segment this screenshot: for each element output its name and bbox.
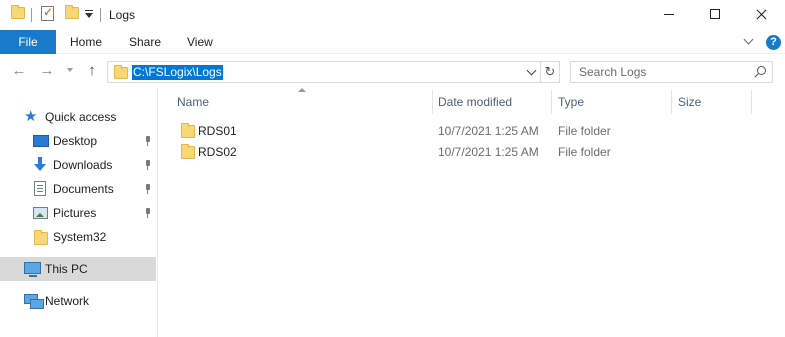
pin-icon	[143, 183, 153, 195]
window-title: Logs	[109, 8, 136, 22]
pin-icon	[143, 159, 153, 171]
folder-icon	[11, 5, 25, 19]
column-divider[interactable]	[671, 90, 672, 114]
pictures-icon	[33, 207, 48, 219]
table-row[interactable]: RDS02 10/7/2021 1:25 AM File folder	[175, 141, 695, 163]
nav-item-label: This PC	[45, 262, 88, 276]
sort-ascending-icon	[298, 88, 306, 92]
column-header-size[interactable]: Size	[678, 88, 701, 114]
file-list: Name Date modified Type Size RDS01 10/7/…	[159, 88, 785, 337]
toolbar-divider	[31, 8, 32, 22]
back-button[interactable]: ←	[10, 62, 28, 80]
nav-item-label: Quick access	[45, 110, 117, 124]
maximize-icon	[710, 9, 720, 19]
tab-share[interactable]: Share	[129, 30, 161, 54]
forward-button[interactable]: →	[38, 62, 56, 80]
refresh-button[interactable]: ↻	[541, 61, 560, 83]
nav-item-quick-access[interactable]: ★ Quick access	[0, 105, 156, 129]
nav-item-documents[interactable]: Documents	[0, 177, 156, 201]
minimize-icon	[664, 14, 674, 15]
minimize-button[interactable]	[646, 0, 692, 30]
computer-icon	[24, 262, 41, 277]
customize-toolbar-dropdown[interactable]	[84, 10, 94, 20]
column-divider[interactable]	[432, 90, 433, 114]
nav-item-label: Desktop	[53, 134, 98, 148]
file-type: File folder	[558, 145, 611, 159]
nav-item-pictures[interactable]: Pictures	[0, 201, 156, 225]
help-icon[interactable]: ?	[766, 35, 781, 50]
search-box[interactable]	[570, 61, 773, 83]
file-date-modified: 10/7/2021 1:25 AM	[438, 145, 539, 159]
navigation-pane: ★ Quick access Desktop Downloads Documen…	[0, 88, 158, 337]
title-bar: Logs	[0, 0, 785, 30]
desktop-icon	[33, 135, 49, 147]
folder-icon	[114, 65, 128, 79]
documents-icon	[34, 181, 46, 196]
folder-icon	[181, 144, 195, 159]
nav-item-label: Pictures	[53, 206, 97, 220]
toolbar-divider	[100, 8, 101, 22]
column-divider[interactable]	[751, 90, 752, 114]
column-header-type[interactable]: Type	[558, 88, 584, 114]
address-row: ← → ↑ C:\FSLogix\Logs ↻	[0, 54, 785, 88]
file-name: RDS01	[198, 124, 237, 138]
ribbon-tabs: File Home Share View ?	[0, 30, 785, 54]
address-path[interactable]: C:\FSLogix\Logs	[132, 65, 223, 80]
recent-locations-dropdown[interactable]	[67, 68, 73, 72]
nav-item-network[interactable]: Network	[0, 289, 156, 313]
tab-file[interactable]: File	[0, 30, 56, 54]
close-button[interactable]	[738, 0, 784, 30]
pin-icon	[143, 135, 153, 147]
pin-icon	[143, 207, 153, 219]
column-header-name[interactable]: Name	[177, 88, 209, 114]
properties-icon[interactable]	[41, 5, 54, 21]
tab-home[interactable]: Home	[70, 30, 102, 54]
downloads-icon	[33, 157, 47, 173]
nav-item-label: System32	[53, 230, 107, 244]
folder-icon	[181, 123, 195, 138]
expand-ribbon-chevron-icon[interactable]	[744, 36, 754, 46]
search-input[interactable]	[571, 62, 751, 82]
table-row[interactable]: RDS01 10/7/2021 1:25 AM File folder	[175, 120, 695, 142]
address-dropdown-icon[interactable]	[527, 68, 535, 76]
nav-item-label: Documents	[53, 182, 114, 196]
column-header-date-modified[interactable]: Date modified	[438, 88, 512, 114]
nav-item-desktop[interactable]: Desktop	[0, 129, 156, 153]
nav-item-this-pc[interactable]: This PC	[0, 257, 156, 281]
file-type: File folder	[558, 124, 611, 138]
network-icon	[24, 294, 44, 309]
nav-item-label: Downloads	[53, 158, 113, 172]
column-divider[interactable]	[551, 90, 552, 114]
up-button[interactable]: ↑	[83, 62, 101, 80]
file-date-modified: 10/7/2021 1:25 AM	[438, 124, 539, 138]
address-bar[interactable]: C:\FSLogix\Logs	[107, 61, 541, 83]
tab-view[interactable]: View	[187, 30, 213, 54]
new-folder-icon[interactable]	[65, 5, 79, 19]
nav-item-system32[interactable]: System32	[0, 225, 156, 249]
maximize-button[interactable]	[692, 0, 738, 30]
search-icon[interactable]	[754, 66, 766, 78]
nav-item-label: Network	[45, 294, 90, 308]
star-icon: ★	[24, 108, 38, 125]
nav-item-downloads[interactable]: Downloads	[0, 153, 156, 177]
folder-icon	[34, 230, 48, 245]
file-name: RDS02	[198, 145, 237, 159]
